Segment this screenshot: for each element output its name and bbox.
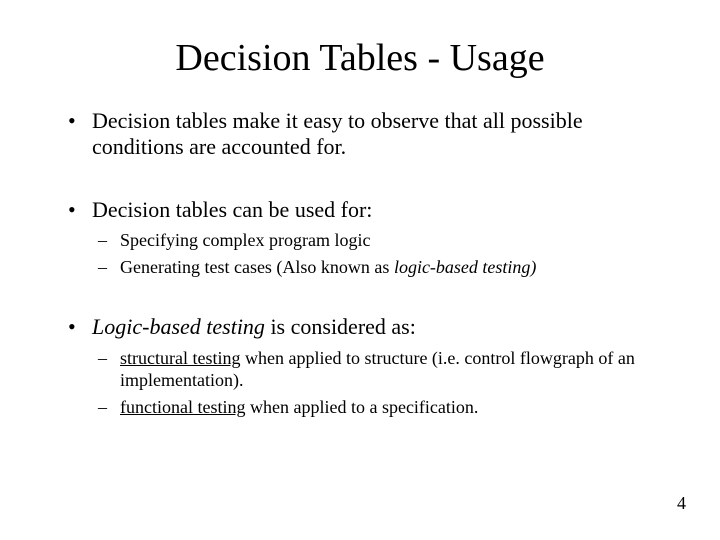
underlined-text: structural testing — [120, 348, 240, 368]
bullet-text: Decision tables make it easy to observe … — [92, 108, 583, 159]
bullet-list: Decision tables make it easy to observe … — [64, 108, 656, 418]
bullet-item: Decision tables can be used for: Specify… — [64, 197, 656, 278]
bullet-item: Decision tables make it easy to observe … — [64, 108, 656, 161]
slide-title: Decision Tables - Usage — [64, 36, 656, 80]
spacer — [64, 288, 656, 314]
bullet-text: is considered as: — [265, 314, 416, 339]
sub-bullet-list: Specifying complex program logic Generat… — [92, 229, 656, 278]
slide: Decision Tables - Usage Decision tables … — [0, 0, 720, 540]
sub-bullet-text: when applied to a specification. — [245, 397, 478, 417]
sub-bullet-item: functional testing when applied to a spe… — [92, 396, 656, 419]
bullet-text: Decision tables can be used for: — [92, 197, 372, 222]
page-number: 4 — [677, 493, 686, 514]
italic-text: logic-based testing) — [394, 257, 536, 277]
sub-bullet-item: Generating test cases (Also known as log… — [92, 256, 656, 279]
sub-bullet-text: Specifying complex program logic — [120, 230, 370, 250]
sub-bullet-list: structural testing when applied to struc… — [92, 347, 656, 419]
underlined-text: functional testing — [120, 397, 245, 417]
spacer — [64, 171, 656, 197]
sub-bullet-item: Specifying complex program logic — [92, 229, 656, 252]
sub-bullet-item: structural testing when applied to struc… — [92, 347, 656, 392]
italic-text: Logic-based testing — [92, 314, 265, 339]
bullet-item: Logic-based testing is considered as: st… — [64, 314, 656, 418]
sub-bullet-text: Generating test cases (Also known as — [120, 257, 394, 277]
